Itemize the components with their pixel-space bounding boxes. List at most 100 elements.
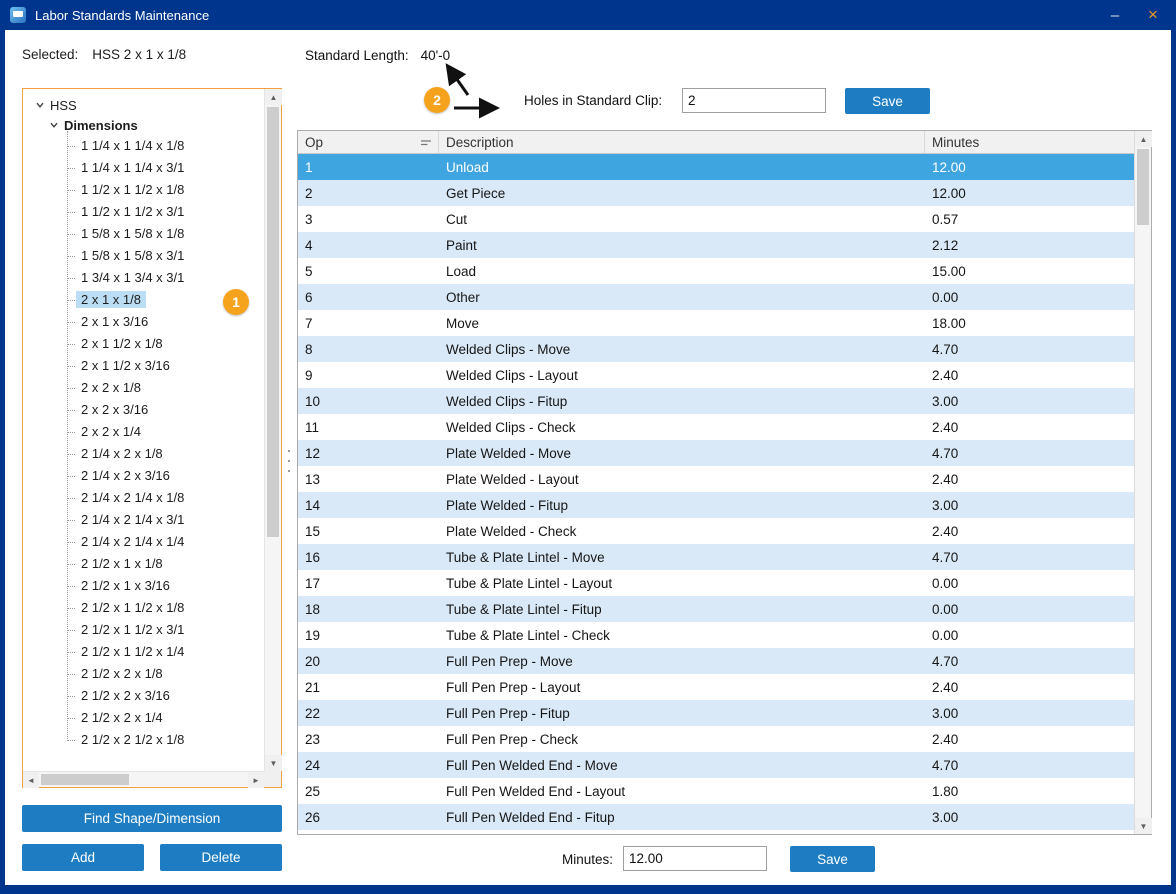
tree-item[interactable]: 2 1/4 x 2 1/4 x 1/8 <box>23 487 264 509</box>
table-row[interactable]: 24Full Pen Welded End - Move4.70 <box>298 752 1134 778</box>
desc-cell: Full Pen Prep - Fitup <box>439 706 925 721</box>
tree-vertical-scrollbar[interactable]: ▲ ▼ <box>264 89 281 771</box>
table-row[interactable]: 14Plate Welded - Fitup3.00 <box>298 492 1134 518</box>
table-row[interactable]: 15Plate Welded - Check2.40 <box>298 518 1134 544</box>
scroll-up-icon[interactable]: ▲ <box>265 89 282 105</box>
desc-cell: Full Pen Welded End - Layout <box>439 784 925 799</box>
tree-node-hss[interactable]: HSS <box>23 95 264 115</box>
tree-item[interactable]: 1 1/2 x 1 1/2 x 3/1 <box>23 201 264 223</box>
table-row[interactable]: 8Welded Clips - Move4.70 <box>298 336 1134 362</box>
tree-item[interactable]: 2 1/2 x 2 x 3/16 <box>23 685 264 707</box>
tree-item[interactable]: 2 x 1 1/2 x 1/8 <box>23 333 264 355</box>
tree-item[interactable]: 2 1/4 x 2 1/4 x 3/1 <box>23 509 264 531</box>
window-title: Labor Standards Maintenance <box>35 8 209 23</box>
holes-in-standard-clip-input[interactable] <box>682 88 826 113</box>
table-row[interactable]: 11Welded Clips - Check2.40 <box>298 414 1134 440</box>
table-row[interactable]: 2Get Piece12.00 <box>298 180 1134 206</box>
tree-item-label: 2 x 1 x 1/8 <box>76 291 146 308</box>
table-row[interactable]: 13Plate Welded - Layout2.40 <box>298 466 1134 492</box>
tree-item-label: 2 1/2 x 1 1/2 x 1/8 <box>76 599 189 616</box>
tree-item[interactable]: 2 x 2 x 1/8 <box>23 377 264 399</box>
tree-vscroll-thumb[interactable] <box>267 107 279 537</box>
tree-item[interactable]: 2 x 2 x 1/4 <box>23 421 264 443</box>
column-header-minutes[interactable]: Minutes <box>925 131 1134 153</box>
table-row[interactable]: 19Tube & Plate Lintel - Check0.00 <box>298 622 1134 648</box>
scroll-left-icon[interactable]: ◄ <box>23 772 39 788</box>
table-row[interactable]: 18Tube & Plate Lintel - Fitup0.00 <box>298 596 1134 622</box>
tree-item-label: 2 1/4 x 2 1/4 x 1/4 <box>76 533 189 550</box>
desc-cell: Plate Welded - Fitup <box>439 498 925 513</box>
scroll-down-icon[interactable]: ▼ <box>1135 818 1152 834</box>
tree-hscroll-thumb[interactable] <box>41 774 129 785</box>
table-row[interactable]: 16Tube & Plate Lintel - Move4.70 <box>298 544 1134 570</box>
minutes-input[interactable] <box>623 846 767 871</box>
tree-item[interactable]: 2 1/2 x 2 x 1/4 <box>23 707 264 729</box>
tree-item[interactable]: 1 3/4 x 1 3/4 x 3/1 <box>23 267 264 289</box>
delete-button[interactable]: Delete <box>160 844 282 871</box>
op-cell: 3 <box>298 212 439 227</box>
save-holes-button[interactable]: Save <box>845 88 930 114</box>
tree-item-label: 1 5/8 x 1 5/8 x 1/8 <box>76 225 189 242</box>
tree-item-label: 2 x 2 x 1/4 <box>76 423 146 440</box>
splitter-handle[interactable] <box>286 450 292 472</box>
desc-cell: Cut <box>439 212 925 227</box>
tree-item[interactable]: 2 x 1 1/2 x 3/16 <box>23 355 264 377</box>
table-row[interactable]: 12Plate Welded - Move4.70 <box>298 440 1134 466</box>
table-row[interactable]: 9Welded Clips - Layout2.40 <box>298 362 1134 388</box>
grid-vertical-scrollbar[interactable]: ▲ ▼ <box>1134 131 1151 834</box>
table-row[interactable]: 1Unload12.00 <box>298 154 1134 180</box>
table-row[interactable]: 5Load15.00 <box>298 258 1134 284</box>
op-cell: 1 <box>298 160 439 175</box>
table-row[interactable]: 17Tube & Plate Lintel - Layout0.00 <box>298 570 1134 596</box>
save-minutes-button[interactable]: Save <box>790 846 875 872</box>
tree-item[interactable]: 1 5/8 x 1 5/8 x 3/1 <box>23 245 264 267</box>
table-row[interactable]: 6Other0.00 <box>298 284 1134 310</box>
find-shape-dimension-button[interactable]: Find Shape/Dimension <box>22 805 282 832</box>
scroll-down-icon[interactable]: ▼ <box>265 755 282 771</box>
desc-cell: Full Pen Welded End - Fitup <box>439 810 925 825</box>
tree-item[interactable]: 2 1/2 x 1 1/2 x 1/4 <box>23 641 264 663</box>
minutes-cell: 1.80 <box>925 784 1134 799</box>
tree-item[interactable]: 1 1/4 x 1 1/4 x 3/1 <box>23 157 264 179</box>
add-button[interactable]: Add <box>22 844 144 871</box>
tree-node-dimensions[interactable]: Dimensions <box>23 115 264 135</box>
chevron-down-icon <box>49 120 59 130</box>
tree-item[interactable]: 2 1/4 x 2 x 3/16 <box>23 465 264 487</box>
tree-item[interactable]: 2 1/4 x 2 1/4 x 1/4 <box>23 531 264 553</box>
close-button[interactable]: × <box>1136 0 1170 30</box>
table-row[interactable]: 10Welded Clips - Fitup3.00 <box>298 388 1134 414</box>
table-row[interactable]: 3Cut0.57 <box>298 206 1134 232</box>
tree-item-label: 2 1/2 x 2 x 3/16 <box>76 687 175 704</box>
tree-item[interactable]: 2 1/2 x 1 1/2 x 3/1 <box>23 619 264 641</box>
tree-item[interactable]: 2 1/2 x 2 x 1/8 <box>23 663 264 685</box>
desc-cell: Plate Welded - Move <box>439 446 925 461</box>
scroll-up-icon[interactable]: ▲ <box>1135 131 1152 147</box>
table-row[interactable]: 23Full Pen Prep - Check2.40 <box>298 726 1134 752</box>
column-header-description[interactable]: Description <box>439 131 925 153</box>
table-row[interactable]: 21Full Pen Prep - Layout2.40 <box>298 674 1134 700</box>
tree-item[interactable]: 2 x 1 x 3/16 <box>23 311 264 333</box>
grid-vscroll-thumb[interactable] <box>1137 149 1149 225</box>
tree-item[interactable]: 2 1/2 x 2 1/2 x 1/8 <box>23 729 264 751</box>
tree-item[interactable]: 2 1/2 x 1 x 3/16 <box>23 575 264 597</box>
table-row[interactable]: 20Full Pen Prep - Move4.70 <box>298 648 1134 674</box>
tree-item[interactable]: 1 1/4 x 1 1/4 x 1/8 <box>23 135 264 157</box>
table-row[interactable]: 25Full Pen Welded End - Layout1.80 <box>298 778 1134 804</box>
tree-item[interactable]: 2 1/2 x 1 x 1/8 <box>23 553 264 575</box>
tree-horizontal-scrollbar[interactable]: ◄ ► <box>23 771 264 787</box>
minimize-button[interactable]: – <box>1098 0 1132 30</box>
table-row[interactable]: 26Full Pen Welded End - Fitup3.00 <box>298 804 1134 830</box>
tree-item[interactable]: 2 1/2 x 1 1/2 x 1/8 <box>23 597 264 619</box>
tree-item[interactable]: 1 5/8 x 1 5/8 x 1/8 <box>23 223 264 245</box>
desc-cell: Plate Welded - Check <box>439 524 925 539</box>
tree-item[interactable]: 1 1/2 x 1 1/2 x 1/8 <box>23 179 264 201</box>
table-row[interactable]: 4Paint2.12 <box>298 232 1134 258</box>
tree-item[interactable]: 2 x 2 x 3/16 <box>23 399 264 421</box>
tree-item[interactable]: 2 1/4 x 2 x 1/8 <box>23 443 264 465</box>
column-header-op[interactable]: Op <box>298 131 439 153</box>
op-cell: 6 <box>298 290 439 305</box>
shape-tree-panel: HSS Dimensions 1 1/4 x 1 1/4 x 1/81 1/4 … <box>22 88 282 788</box>
scroll-right-icon[interactable]: ► <box>248 772 264 788</box>
table-row[interactable]: 22Full Pen Prep - Fitup3.00 <box>298 700 1134 726</box>
table-row[interactable]: 7Move18.00 <box>298 310 1134 336</box>
